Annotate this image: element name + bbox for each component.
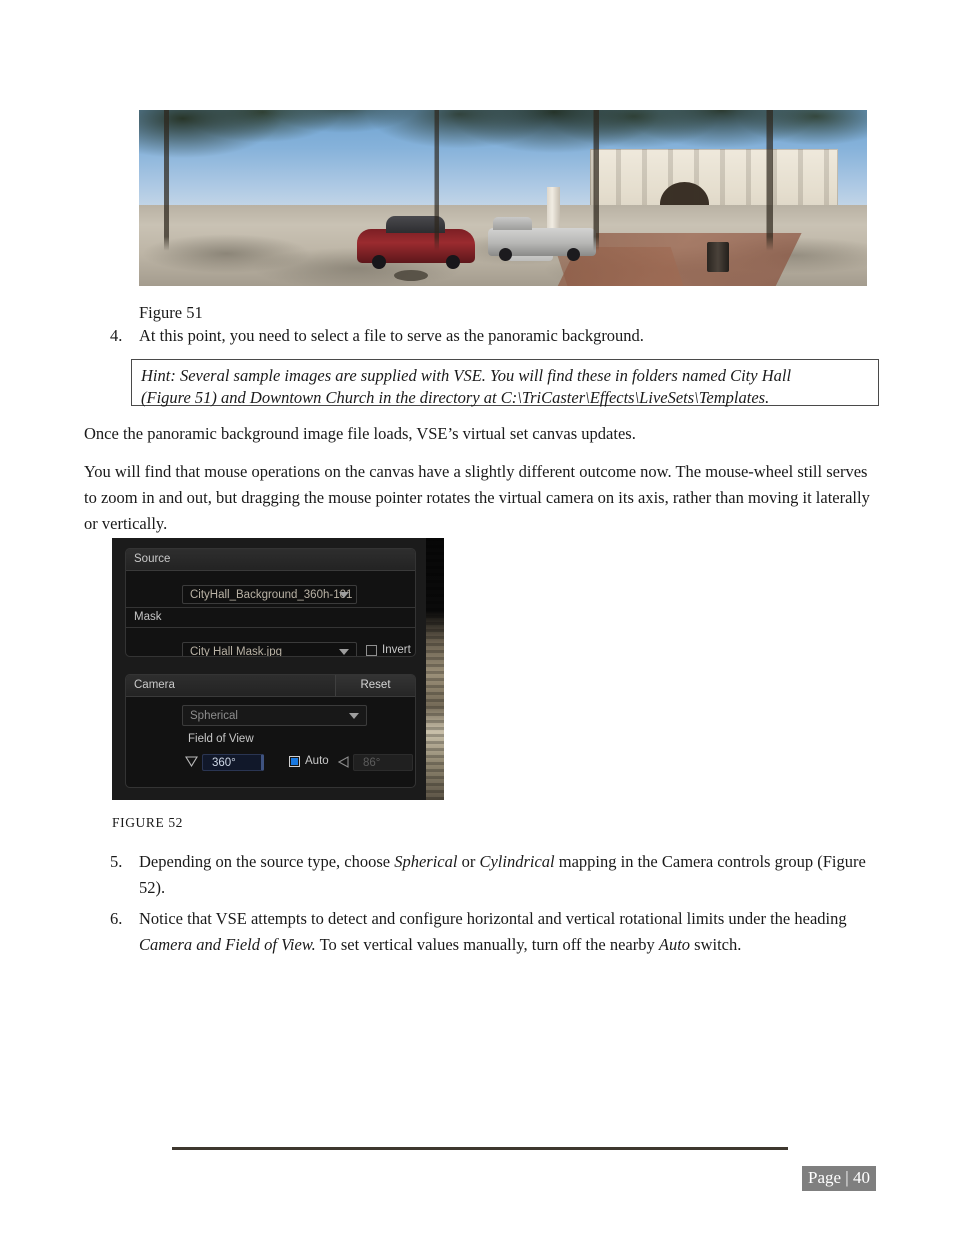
step-6-number: 6.	[110, 909, 123, 928]
panorama-photo	[139, 110, 867, 286]
camera-group-title: Camera	[134, 679, 175, 691]
fov-vertical-field[interactable]: 86°	[353, 754, 413, 771]
figure-52-vse-panel: Source Mask CityHall_Background_360h-101…	[112, 538, 444, 800]
projection-mode-dropdown[interactable]: Spherical	[182, 705, 367, 726]
camera-group-header: Camera Reset	[126, 675, 415, 697]
paragraph-canvas-updates: Once the panoramic background image file…	[84, 424, 636, 443]
checkbox-icon[interactable]	[366, 644, 377, 656]
hint-line-1: Hint: Several sample images are supplied…	[141, 366, 792, 385]
step-6: 6. Notice that VSE attempts to detect an…	[110, 906, 875, 958]
fov-horizontal-value: 360°	[212, 756, 236, 769]
field-of-view-label: Field of View	[188, 733, 254, 745]
mask-file-value: City Hall Mask.jpg	[190, 645, 283, 657]
figure-51-caption: Figure 51	[139, 303, 203, 322]
step-4: 4. At this point, you need to select a f…	[110, 323, 870, 349]
source-group: Source Mask CityHall_Background_360h-101…	[125, 548, 416, 657]
tree-trunks	[139, 110, 867, 286]
step-5-number: 5.	[110, 852, 123, 871]
camera-group: Camera Reset Spherical Field of View 360…	[125, 674, 416, 788]
document-page: Figure 51 4. At this point, you need to …	[0, 0, 954, 1235]
fov-vertical-value: 86°	[363, 756, 381, 769]
auto-label: Auto	[305, 755, 329, 767]
paragraph-mouse-operations: You will find that mouse operations on t…	[84, 462, 870, 533]
step-5: 5. Depending on the source type, choose …	[110, 849, 870, 901]
hint-callout-box: Hint: Several sample images are supplied…	[131, 359, 879, 407]
auto-checkbox-row[interactable]: Auto	[289, 755, 329, 767]
chevron-down-icon	[339, 591, 349, 598]
page-number-badge: Page | 40	[802, 1166, 876, 1191]
step-6-text: Notice that VSE attempts to detect and c…	[139, 909, 847, 954]
invert-checkbox-row[interactable]: Invert	[366, 644, 411, 656]
background-photo-strip	[426, 538, 444, 800]
step-5-text: Depending on the source type, choose Sph…	[139, 852, 866, 897]
hint-line-2: (Figure 51) and Downtown Church in the d…	[141, 388, 770, 407]
projection-mode-value: Spherical	[190, 709, 238, 722]
invert-label: Invert	[382, 644, 411, 656]
vertical-fov-triangle-icon	[338, 756, 349, 768]
figure-51-panoramic-image	[139, 110, 867, 286]
chevron-down-icon	[349, 712, 359, 719]
reset-button[interactable]: Reset	[335, 675, 415, 696]
figure-52-caption: FIGURE 52	[112, 815, 184, 830]
mask-label: Mask	[134, 611, 162, 623]
fov-horizontal-field[interactable]: 360°	[202, 754, 264, 771]
divider	[126, 627, 415, 628]
mask-file-dropdown[interactable]: City Hall Mask.jpg	[182, 642, 357, 657]
source-group-header: Source	[126, 549, 415, 571]
horizontal-fov-triangle-icon	[185, 756, 198, 767]
checkbox-icon[interactable]	[289, 755, 300, 767]
source-file-dropdown[interactable]: CityHall_Background_360h-101	[182, 585, 357, 604]
source-file-value: CityHall_Background_360h-101	[190, 588, 353, 601]
chevron-down-icon	[339, 648, 349, 655]
panel-chrome: Source Mask CityHall_Background_360h-101…	[112, 538, 426, 800]
footer-divider-rule	[172, 1147, 788, 1150]
step-4-number: 4.	[110, 326, 123, 345]
step-4-text: At this point, you need to select a file…	[139, 326, 644, 345]
